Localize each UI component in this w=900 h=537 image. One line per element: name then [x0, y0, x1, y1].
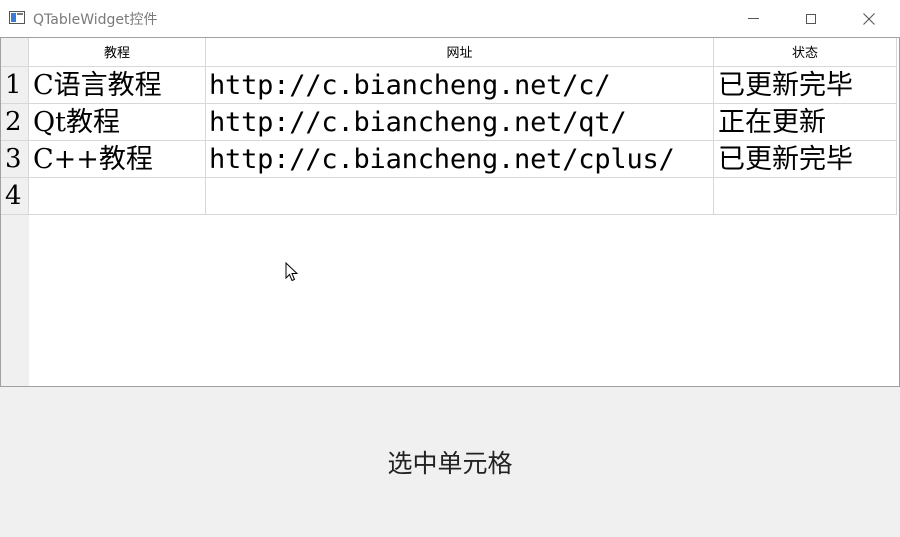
close-button[interactable] [840, 0, 898, 37]
close-icon [863, 12, 875, 25]
table-row: 2 Qt教程 http://c.biancheng.net/qt/ 正在更新 [1, 104, 898, 141]
app-icon [9, 11, 25, 24]
table-cell[interactable]: http://c.biancheng.net/c/ [206, 67, 714, 104]
maximize-icon [806, 13, 816, 24]
table-cell[interactable]: 正在更新 [714, 104, 897, 141]
column-header-status[interactable]: 状态 [714, 38, 897, 67]
table-widget[interactable]: 教程 网址 状态 1 C语言教程 http://c.biancheng.net/… [0, 37, 900, 387]
maximize-button[interactable] [782, 0, 840, 37]
row-header[interactable]: 2 [1, 104, 29, 141]
table-cell[interactable] [714, 178, 897, 215]
table-cell[interactable]: C语言教程 [29, 67, 206, 104]
mouse-cursor-icon [285, 262, 299, 282]
table-row: 1 C语言教程 http://c.biancheng.net/c/ 已更新完毕 [1, 67, 898, 104]
window-title: QTableWidget控件 [33, 12, 158, 28]
table-cell[interactable]: 已更新完毕 [714, 67, 897, 104]
table-cell[interactable] [206, 178, 714, 215]
table-row: 4 [1, 178, 898, 215]
row-header[interactable]: 4 [1, 178, 29, 215]
table-cell[interactable]: C++教程 [29, 141, 206, 178]
table-cell[interactable]: http://c.biancheng.net/cplus/ [206, 141, 714, 178]
table-cell[interactable]: http://c.biancheng.net/qt/ [206, 104, 714, 141]
column-header-url[interactable]: 网址 [206, 38, 714, 67]
select-cell-button[interactable]: 选中单元格 [360, 440, 540, 484]
horizontal-header: 教程 网址 状态 [29, 38, 898, 67]
minimize-button[interactable] [724, 0, 782, 37]
table-cell[interactable] [29, 178, 206, 215]
minimize-icon [747, 18, 759, 19]
table-corner-button[interactable] [1, 38, 29, 67]
row-header[interactable]: 3 [1, 141, 29, 178]
title-bar: QTableWidget控件 [0, 0, 900, 37]
row-header[interactable]: 1 [1, 67, 29, 104]
table-row: 3 C++教程 http://c.biancheng.net/cplus/ 已更… [1, 141, 898, 178]
table-cell[interactable]: Qt教程 [29, 104, 206, 141]
column-header-tutorial[interactable]: 教程 [29, 38, 206, 67]
table-cell[interactable]: 已更新完毕 [714, 141, 897, 178]
